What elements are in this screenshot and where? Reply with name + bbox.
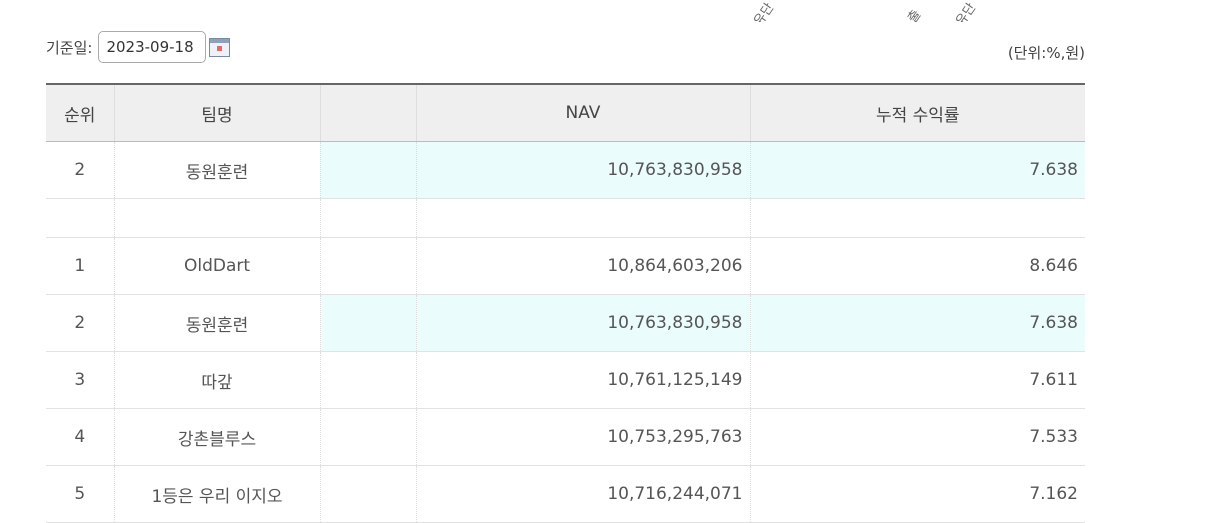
header-nav: NAV [415, 83, 750, 142]
header-blank [319, 83, 416, 142]
table-row: 1 OldDart 10,864,603,206 8.646 [46, 237, 1085, 295]
blank-cell [319, 351, 416, 409]
rank-cell: 2 [46, 294, 114, 352]
clipped-label: 유단 [751, 0, 778, 22]
table-row: 5 1등은 우리 이지오 10,716,244,071 7.162 [46, 465, 1085, 523]
team-cell: 따갚 [113, 351, 320, 409]
nav-cell: 10,753,295,763 [415, 408, 750, 466]
blank-cell [319, 294, 416, 352]
table-row: 3 따갚 10,761,125,149 7.611 [46, 351, 1085, 409]
spacer-row [46, 198, 1085, 238]
unit-label: (단위:%,원) [1007, 44, 1085, 62]
blank-cell [319, 141, 416, 199]
return-cell: 8.646 [749, 237, 1085, 295]
table-header-row: 순위 팀명 NAV 누적 수익률 [46, 83, 1085, 142]
return-cell: 7.162 [749, 465, 1085, 523]
rank-cell: 1 [46, 237, 114, 295]
nav-cell: 10,716,244,071 [415, 465, 750, 523]
team-cell: 동원훈련 [113, 294, 320, 352]
header-team: 팀명 [113, 83, 320, 142]
table-row: 2 동원훈련 10,763,830,958 7.638 [46, 294, 1085, 352]
blank-cell [319, 408, 416, 466]
nav-cell: 10,761,125,149 [415, 351, 750, 409]
return-cell: 7.533 [749, 408, 1085, 466]
calendar-icon[interactable] [209, 37, 231, 57]
nav-cell: 10,864,603,206 [415, 237, 750, 295]
team-cell: 동원훈련 [113, 141, 320, 199]
team-cell: OldDart [113, 237, 320, 295]
nav-cell: 10,763,830,958 [415, 294, 750, 352]
team-cell: 1등은 우리 이지오 [113, 465, 320, 523]
date-filter: 기준일: [46, 30, 231, 64]
header-rank: 순위 [46, 83, 114, 142]
clipped-label: 출 [905, 7, 925, 22]
date-input[interactable] [98, 31, 207, 63]
rank-cell: 5 [46, 465, 114, 523]
nav-cell: 10,763,830,958 [415, 141, 750, 199]
return-cell: 7.638 [749, 294, 1085, 352]
blank-cell [319, 237, 416, 295]
table-row: 4 강촌블루스 10,753,295,763 7.533 [46, 408, 1085, 466]
rank-cell: 4 [46, 408, 114, 466]
team-cell: 강촌블루스 [113, 408, 320, 466]
my-team-row: 2 동원훈련 10,763,830,958 7.638 [46, 141, 1085, 199]
return-cell: 7.638 [749, 141, 1085, 199]
date-label: 기준일: [46, 38, 93, 57]
header-return: 누적 수익률 [749, 83, 1085, 142]
rank-cell: 2 [46, 141, 114, 199]
blank-cell [319, 465, 416, 523]
rank-cell: 3 [46, 351, 114, 409]
clipped-header-labels: 유단 출 유단 [0, 0, 1216, 22]
return-cell: 7.611 [749, 351, 1085, 409]
clipped-label: 유단 [953, 0, 980, 22]
ranking-table: 순위 팀명 NAV 누적 수익률 2 동원훈련 10,763,830,958 7… [46, 83, 1085, 523]
